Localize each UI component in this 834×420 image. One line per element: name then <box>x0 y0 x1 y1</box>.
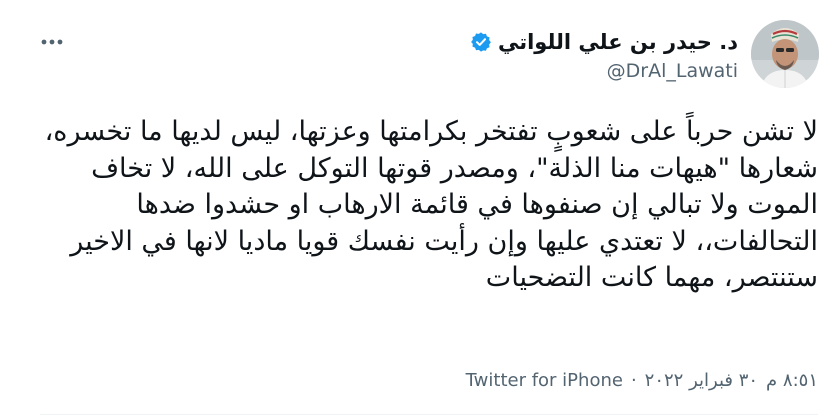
tweet-text: لا تشن حرباً على شعوبٍ تفتخر بكرامتها وع… <box>44 116 818 293</box>
author-handle[interactable]: @DrAl_Lawati <box>607 58 738 84</box>
tweet-card[interactable]: د. حيدر بن علي اللواتي @DrAl_Lawati لا ت… <box>0 0 834 420</box>
meta-separator: · <box>630 370 637 391</box>
author-name-row[interactable]: د. حيدر بن علي اللواتي <box>470 28 738 56</box>
author-display-name[interactable]: د. حيدر بن علي اللواتي <box>498 28 738 56</box>
tweet-meta: ٨:٥١ م ٣٠ فبراير ٢٠٢٢ · Twitter for iPho… <box>466 368 818 394</box>
more-options-button[interactable] <box>34 28 70 56</box>
tweet-source[interactable]: Twitter for iPhone <box>466 368 623 394</box>
verified-badge-icon <box>470 31 492 53</box>
tweet-date[interactable]: ٣٠ فبراير ٢٠٢٢ <box>645 368 758 394</box>
tweet-time[interactable]: ٨:٥١ م <box>766 368 818 394</box>
more-horizontal-icon <box>41 39 63 45</box>
avatar[interactable] <box>751 20 819 88</box>
divider <box>40 414 818 415</box>
